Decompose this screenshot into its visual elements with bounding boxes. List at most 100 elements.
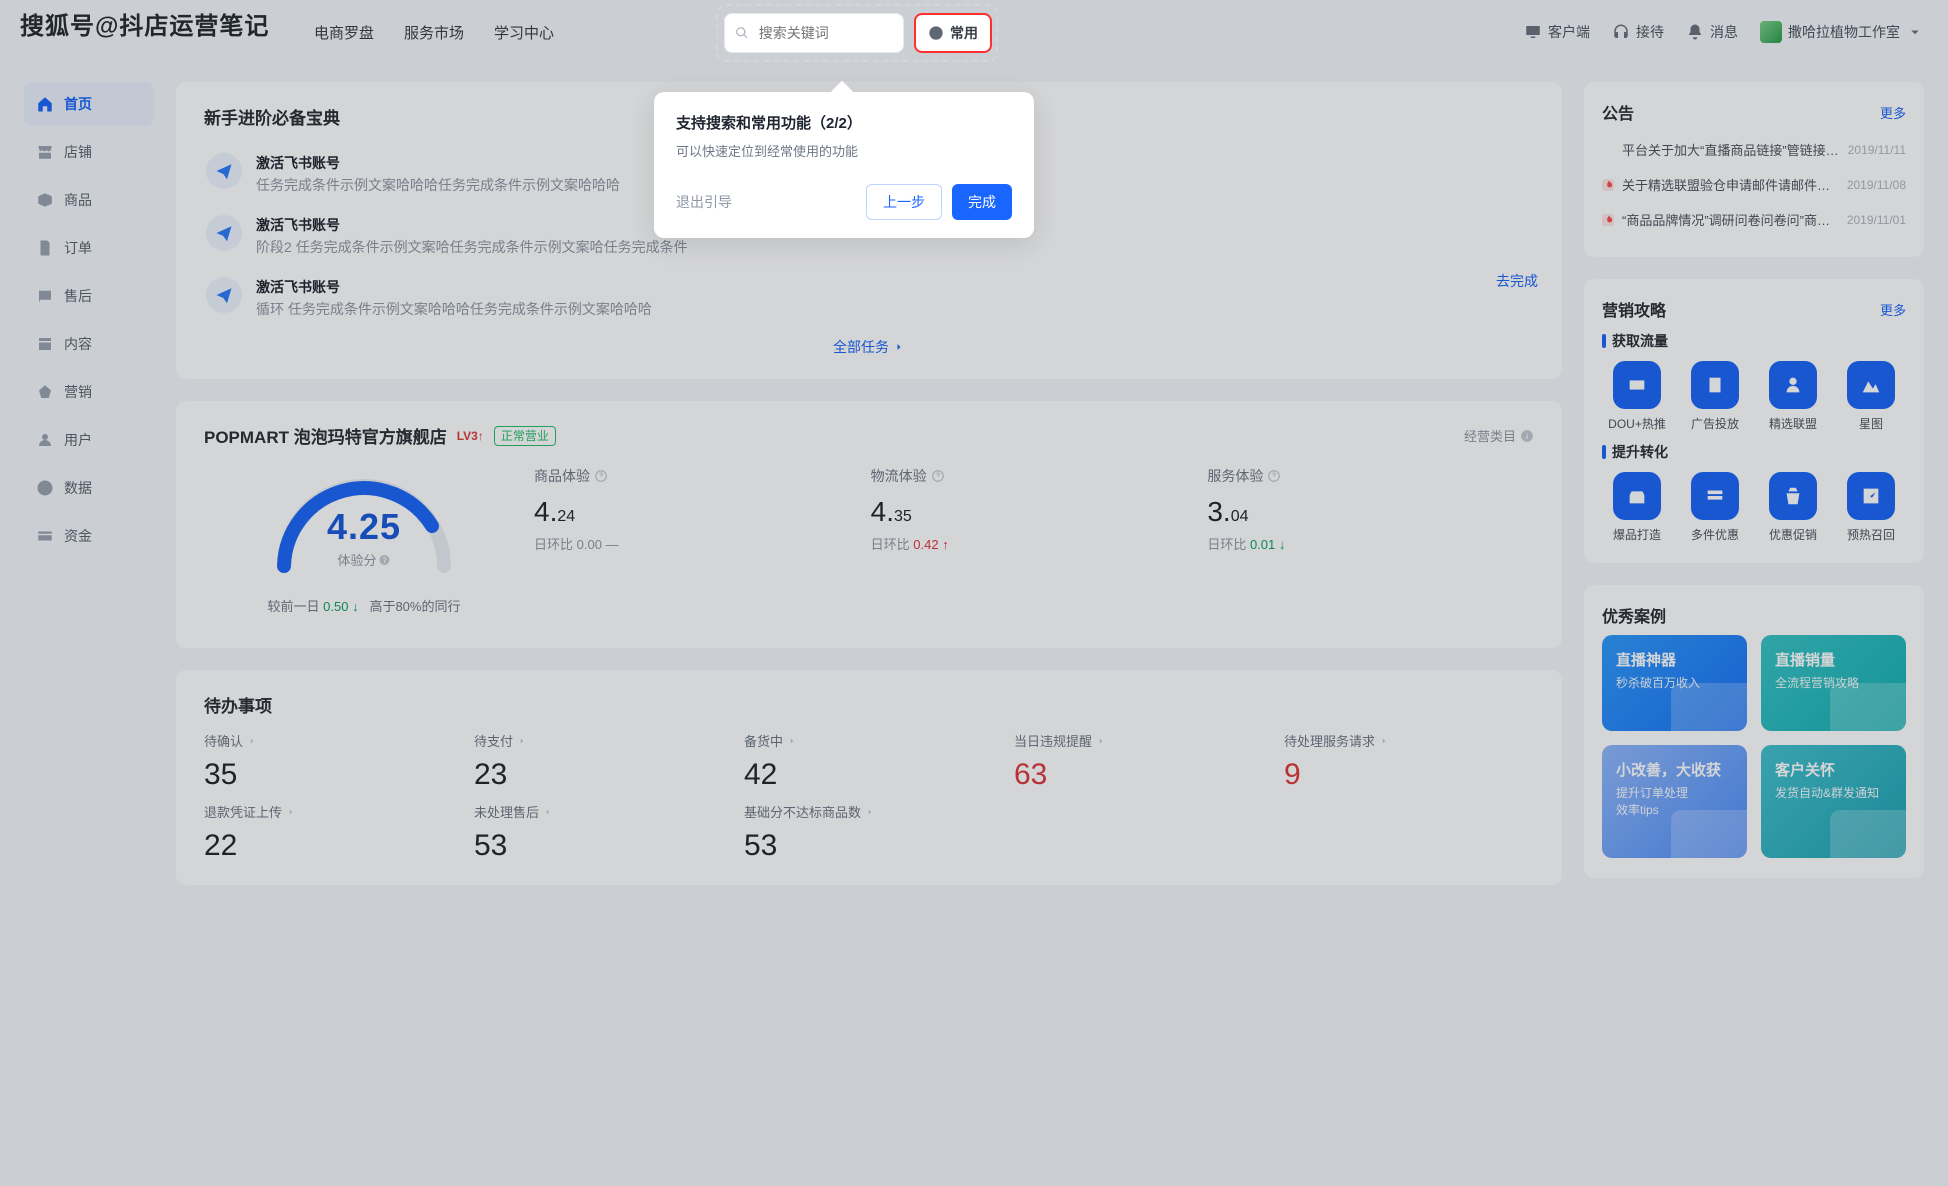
nav-learning[interactable]: 学习中心 [494, 22, 554, 43]
todo-item[interactable]: 待处理服务请求 9 [1284, 731, 1534, 792]
case-card[interactable]: 小改善，大收获提升订单处理效率tips [1602, 745, 1747, 858]
go-complete-link[interactable]: 去完成 [1496, 271, 1538, 291]
sidebar-item-label: 首页 [64, 94, 92, 114]
order-icon [36, 239, 54, 257]
tool-item[interactable]: 多件优惠 [1680, 472, 1750, 543]
todo-item[interactable]: 基础分不达标商品数 53 [744, 802, 994, 863]
market-icon [36, 383, 54, 401]
tool-icon [1847, 472, 1895, 520]
sidebar-item-label: 订单 [64, 238, 92, 258]
tool-name: 多件优惠 [1680, 526, 1750, 543]
announcement-text: 平台关于加大“直播商品链接”管链接”管理… [1622, 140, 1840, 159]
tool-item[interactable]: DOU+热推 [1602, 361, 1672, 432]
sidebar-item-market[interactable]: 营销 [24, 370, 154, 414]
case-card[interactable]: 直播销量全流程营销攻略 [1761, 635, 1906, 731]
tour-prev-button[interactable]: 上一步 [866, 184, 942, 220]
shop-name: POPMART 泡泡玛特官方旗舰店 [204, 423, 447, 448]
help-icon [594, 469, 608, 483]
score-value: 4.25 [327, 506, 401, 548]
todo-value: 63 [1014, 758, 1264, 792]
case-card[interactable]: 直播神器秒杀破百万收入 [1602, 635, 1747, 731]
tour-exit-link[interactable]: 退出引导 [676, 192, 732, 212]
case-card[interactable]: 客户关怀发货自动&群发通知 [1761, 745, 1906, 858]
tool-name: DOU+热推 [1602, 415, 1672, 432]
global-search-box[interactable] [724, 13, 904, 53]
announcement-item[interactable]: 关于精选联盟验仓申请邮件请邮件请邮…2019/11/08 [1602, 167, 1906, 202]
todo-item[interactable]: 退款凭证上传 22 [204, 802, 454, 863]
announce-more-link[interactable]: 更多 [1880, 103, 1906, 122]
frequent-button[interactable]: 常用 [914, 13, 992, 53]
tool-icon [1691, 472, 1739, 520]
sidebar-item-order[interactable]: 订单 [24, 226, 154, 270]
top-nav: 电商罗盘 服务市场 学习中心 [314, 22, 554, 43]
newbie-task[interactable]: 激活飞书账号循环 任务完成条件示例文案哈哈哈任务完成条件示例文案哈哈哈 [204, 267, 1534, 329]
home-icon [36, 95, 54, 113]
metric-label[interactable]: 物流体验 [871, 466, 1198, 486]
metric-delta: 日环比 0.00 — [534, 534, 861, 553]
tool-item[interactable]: 爆品打造 [1602, 472, 1672, 543]
sidebar-item-user[interactable]: 用户 [24, 418, 154, 462]
todo-item[interactable]: 待确认 35 [204, 731, 454, 792]
message-link[interactable]: 消息 [1686, 22, 1738, 42]
todo-label: 待处理服务请求 [1284, 731, 1534, 750]
client-link[interactable]: 客户端 [1524, 22, 1590, 42]
all-tasks-link[interactable]: 全部任务 [204, 337, 1534, 357]
service-link[interactable]: 接待 [1612, 22, 1664, 42]
announcement-text: “商品品牌情况”调研问卷问卷问”商品… [1622, 210, 1839, 229]
todo-label: 待支付 [474, 731, 724, 750]
tool-icon [1613, 361, 1661, 409]
todo-card: 待办事项 待确认 35待支付 23备货中 42当日违规提醒 63待处理服务请求 … [176, 670, 1562, 885]
metric-item: 服务体验 3.04日环比 0.01 ↓ [1207, 466, 1534, 626]
search-icon [735, 25, 749, 41]
sidebar-item-after[interactable]: 售后 [24, 274, 154, 318]
task-title: 激活飞书账号 [256, 153, 620, 173]
tool-item[interactable]: 预热召回 [1836, 472, 1906, 543]
metric-label[interactable]: 服务体验 [1207, 466, 1534, 486]
todo-value: 22 [204, 829, 454, 863]
after-icon [36, 287, 54, 305]
sidebar-item-label: 营销 [64, 382, 92, 402]
todo-label: 备货中 [744, 731, 994, 750]
section-convert: 提升转化 [1602, 442, 1906, 462]
tool-item[interactable]: 星图 [1836, 361, 1906, 432]
todo-value: 53 [474, 829, 724, 863]
announcement-item[interactable]: “商品品牌情况”调研问卷问卷问”商品…2019/11/01 [1602, 202, 1906, 237]
bell-icon [1686, 23, 1704, 41]
sidebar-item-content[interactable]: 内容 [24, 322, 154, 366]
announcement-item[interactable]: 平台关于加大“直播商品链接”管链接”管理…2019/11/11 [1602, 132, 1906, 167]
tool-item[interactable]: 优惠促销 [1758, 472, 1828, 543]
case-title: 直播神器 [1616, 649, 1733, 670]
sidebar-item-store[interactable]: 店铺 [24, 130, 154, 174]
search-highlight-zone: 常用 [724, 10, 992, 56]
case-title: 客户关怀 [1775, 759, 1892, 780]
shop-switcher[interactable]: 撒哈拉植物工作室 [1760, 21, 1924, 43]
tool-item[interactable]: 精选联盟 [1758, 361, 1828, 432]
nav-compass[interactable]: 电商罗盘 [314, 22, 374, 43]
tool-item[interactable]: 广告投放 [1680, 361, 1750, 432]
score-caption[interactable]: 体验分 [337, 550, 390, 569]
tool-name: 优惠促销 [1758, 526, 1828, 543]
tool-icon [1769, 472, 1817, 520]
strategy-more-link[interactable]: 更多 [1880, 300, 1906, 319]
store-icon [36, 143, 54, 161]
search-input[interactable] [757, 24, 893, 42]
sidebar-item-box[interactable]: 商品 [24, 178, 154, 222]
todo-item[interactable]: 当日违规提醒 63 [1014, 731, 1264, 792]
case-desc: 提升订单处理效率tips [1616, 784, 1733, 818]
data-icon [36, 479, 54, 497]
metric-label[interactable]: 商品体验 [534, 466, 861, 486]
chevron-right-icon [247, 736, 257, 746]
chevron-down-icon [1906, 23, 1924, 41]
todo-item[interactable]: 待支付 23 [474, 731, 724, 792]
sidebar: 首页店铺商品订单售后内容营销用户数据资金 [24, 82, 154, 885]
todo-item[interactable]: 未处理售后 53 [474, 802, 724, 863]
todo-item[interactable]: 备货中 42 [744, 731, 994, 792]
sidebar-item-fund[interactable]: 资金 [24, 514, 154, 558]
chevron-right-icon [543, 807, 553, 817]
tool-name: 广告投放 [1680, 415, 1750, 432]
sidebar-item-data[interactable]: 数据 [24, 466, 154, 510]
tour-done-button[interactable]: 完成 [952, 184, 1012, 220]
sidebar-item-home[interactable]: 首页 [24, 82, 154, 126]
nav-service-market[interactable]: 服务市场 [404, 22, 464, 43]
category-link[interactable]: 经营类目 [1464, 426, 1534, 445]
